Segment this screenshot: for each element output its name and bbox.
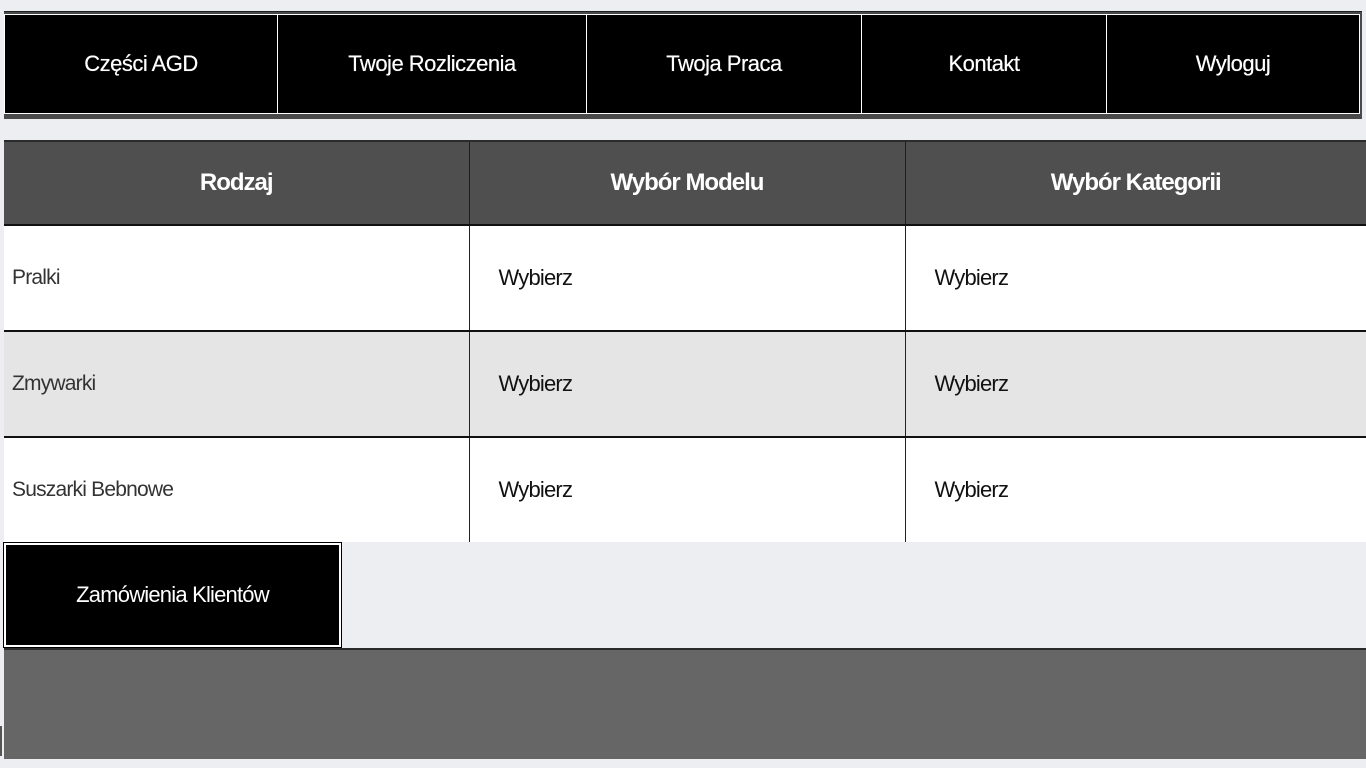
client-orders-button[interactable]: Zamówienia Klientów	[3, 542, 342, 648]
category-select-link[interactable]: Wybierz	[905, 225, 1366, 332]
row-kind: Pralki	[4, 225, 470, 332]
category-select-link[interactable]: Wybierz	[905, 437, 1366, 542]
table-header-row: Rodzaj Wybór Modelu Wybór Kategorii	[4, 140, 1366, 226]
nav-item-kontakt[interactable]: Kontakt	[862, 15, 1107, 113]
nav-item-wyloguj[interactable]: Wyloguj	[1107, 15, 1359, 113]
table-row: Suszarki Bebnowe Wybierz Wybierz	[4, 437, 1366, 542]
top-navigation: Części AGD Twoje Rozliczenia Twoja Praca…	[4, 11, 1362, 119]
column-header-wybor-modelu: Wybór Modelu	[469, 140, 906, 226]
nav-bar: Części AGD Twoje Rozliczenia Twoja Praca…	[4, 14, 1360, 114]
category-select-link[interactable]: Wybierz	[905, 331, 1366, 438]
parts-table-container: Rodzaj Wybór Modelu Wybór Kategorii Pral…	[4, 140, 1366, 542]
row-kind: Zmywarki	[4, 331, 470, 438]
model-select-link[interactable]: Wybierz	[469, 331, 906, 438]
nav-item-twoja-praca[interactable]: Twoja Praca	[587, 15, 862, 113]
column-header-wybor-kategorii: Wybór Kategorii	[905, 140, 1366, 226]
edge-divider	[0, 726, 2, 756]
parts-table: Rodzaj Wybór Modelu Wybór Kategorii Pral…	[4, 140, 1366, 542]
footer	[4, 648, 1366, 759]
row-kind: Suszarki Bebnowe	[4, 437, 470, 542]
model-select-link[interactable]: Wybierz	[469, 225, 906, 332]
model-select-link[interactable]: Wybierz	[469, 437, 906, 542]
column-header-rodzaj: Rodzaj	[4, 140, 470, 226]
nav-item-czesci-agd[interactable]: Części AGD	[5, 15, 278, 113]
nav-item-twoje-rozliczenia[interactable]: Twoje Rozliczenia	[278, 15, 587, 113]
table-row: Zmywarki Wybierz Wybierz	[4, 331, 1366, 438]
page: Części AGD Twoje Rozliczenia Twoja Praca…	[0, 0, 1366, 768]
table-row: Pralki Wybierz Wybierz	[4, 225, 1366, 332]
